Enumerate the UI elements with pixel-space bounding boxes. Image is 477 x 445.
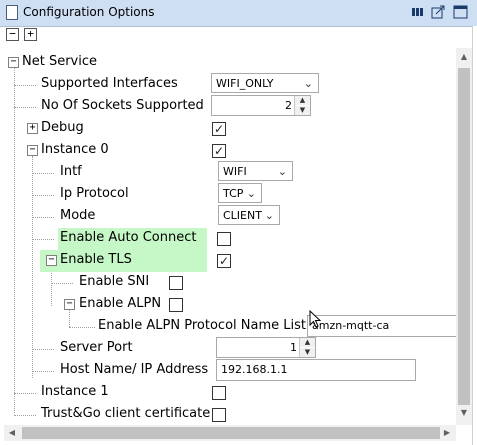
debug-expander[interactable]: + xyxy=(27,123,38,134)
supported-interfaces-combo[interactable]: WIFI_ONLY ⌄ xyxy=(211,73,319,93)
window-frame xyxy=(472,26,477,445)
horizontal-scroll-thumb[interactable] xyxy=(22,427,440,439)
no-of-sockets-spinner[interactable]: 2 ▲ ▼ xyxy=(211,95,311,116)
enable-sni-checkbox[interactable] xyxy=(169,276,183,290)
no-of-sockets-value: 2 xyxy=(285,99,292,112)
instance0-label: Instance 0 xyxy=(41,142,109,157)
spinner-up-icon[interactable]: ▲ xyxy=(295,96,310,105)
instance0-checkbox[interactable]: ✓ xyxy=(212,144,226,158)
tree-line xyxy=(51,266,52,306)
tree-line xyxy=(14,107,36,108)
mouse-cursor-icon xyxy=(309,310,321,328)
intf-combo[interactable]: WIFI ⌄ xyxy=(218,161,293,181)
debug-checkbox[interactable]: ✓ xyxy=(212,122,226,136)
enable-tls-label: Enable TLS xyxy=(60,252,132,267)
tree-line xyxy=(32,217,54,218)
chevron-down-icon: ⌄ xyxy=(277,165,287,178)
scroll-up-icon[interactable]: ▲ xyxy=(456,52,472,61)
spinner-buttons: ▲ ▼ xyxy=(299,338,315,357)
intf-label: Intf xyxy=(60,164,82,179)
instance1-label: Instance 1 xyxy=(41,384,109,399)
enable-auto-connect-label: Enable Auto Connect xyxy=(60,230,197,245)
maximize-icon[interactable] xyxy=(453,5,468,19)
chevron-down-icon: ⌄ xyxy=(264,209,274,222)
enable-alpn-label: Enable ALPN xyxy=(79,296,162,311)
trust-go-label: Trust&Go client certificate xyxy=(41,406,211,421)
collapse-all-button[interactable]: − xyxy=(6,28,19,41)
enable-auto-connect-checkbox[interactable] xyxy=(217,232,231,246)
tree-line xyxy=(32,156,33,378)
minimize-icon[interactable] xyxy=(410,5,425,19)
server-port-spinner[interactable]: 1 ▲ ▼ xyxy=(216,337,316,358)
tree-line xyxy=(14,415,36,416)
ip-protocol-value: TCP xyxy=(223,187,244,200)
enable-tls-expander[interactable]: − xyxy=(46,255,57,266)
host-name-label: Host Name/ IP Address xyxy=(60,362,209,377)
ip-protocol-label: Ip Protocol xyxy=(60,186,129,201)
enable-alpn-expander[interactable]: − xyxy=(64,299,75,310)
host-name-field[interactable]: 192.168.1.1 xyxy=(216,359,416,381)
spinner-buttons: ▲ ▼ xyxy=(294,96,310,115)
intf-value: WIFI xyxy=(223,165,247,178)
expand-all-button[interactable]: + xyxy=(24,28,37,41)
vertical-scroll-thumb[interactable] xyxy=(458,68,470,405)
server-port-label: Server Port xyxy=(60,340,133,355)
tree-line xyxy=(32,349,54,350)
enable-alpn-checkbox[interactable] xyxy=(169,298,183,312)
tree-line xyxy=(69,310,70,327)
tree-line xyxy=(32,195,54,196)
check-icon: ✓ xyxy=(213,122,225,136)
tree-line xyxy=(51,283,73,284)
ip-protocol-combo[interactable]: TCP ⌄ xyxy=(218,183,262,203)
instance1-checkbox[interactable] xyxy=(212,386,226,400)
spinner-down-icon[interactable]: ▼ xyxy=(300,348,315,357)
supported-interfaces-value: WIFI_ONLY xyxy=(216,77,274,90)
enable-sni-label: Enable SNI xyxy=(79,274,150,289)
toolbar xyxy=(0,27,477,47)
scroll-left-icon[interactable]: ◀ xyxy=(6,428,18,437)
chevron-down-icon: ⌄ xyxy=(246,187,256,200)
window-title: Configuration Options xyxy=(23,5,155,19)
enable-tls-checkbox[interactable]: ✓ xyxy=(217,254,231,268)
no-of-sockets-label: No Of Sockets Supported xyxy=(41,98,204,113)
tree-line xyxy=(32,371,54,372)
tree-line xyxy=(32,239,54,240)
check-icon: ✓ xyxy=(213,144,225,158)
configuration-tree: − Net Service Supported Interfaces WIFI_… xyxy=(4,48,456,425)
check-icon: ✓ xyxy=(218,254,230,268)
scroll-down-icon[interactable]: ▼ xyxy=(456,408,472,417)
server-port-value: 1 xyxy=(290,341,297,354)
scroll-right-icon[interactable]: ▶ xyxy=(441,428,453,437)
float-window-icon[interactable] xyxy=(431,5,446,19)
net-service-expander[interactable]: − xyxy=(8,57,19,68)
chevron-down-icon: ⌄ xyxy=(303,77,313,90)
mode-label: Mode xyxy=(60,208,96,223)
tree-line xyxy=(32,173,54,174)
tree-line xyxy=(14,393,36,394)
supported-interfaces-label: Supported Interfaces xyxy=(41,76,178,91)
spinner-down-icon[interactable]: ▼ xyxy=(295,106,310,115)
net-service-label: Net Service xyxy=(22,54,97,69)
alpn-protocol-name-list-label: Enable ALPN Protocol Name List xyxy=(98,318,306,333)
tree-line xyxy=(14,67,15,413)
document-icon xyxy=(6,5,18,20)
tree-line xyxy=(14,85,36,86)
spinner-up-icon[interactable]: ▲ xyxy=(300,338,315,347)
alpn-protocol-name-list-field[interactable]: amzn-mqtt-ca xyxy=(307,315,456,337)
tree-line xyxy=(69,327,95,328)
mode-value: CLIENT xyxy=(223,209,262,222)
debug-label: Debug xyxy=(41,120,84,135)
instance0-expander[interactable]: − xyxy=(27,145,38,156)
trust-go-checkbox[interactable] xyxy=(212,408,226,422)
mode-combo[interactable]: CLIENT ⌄ xyxy=(218,205,280,225)
